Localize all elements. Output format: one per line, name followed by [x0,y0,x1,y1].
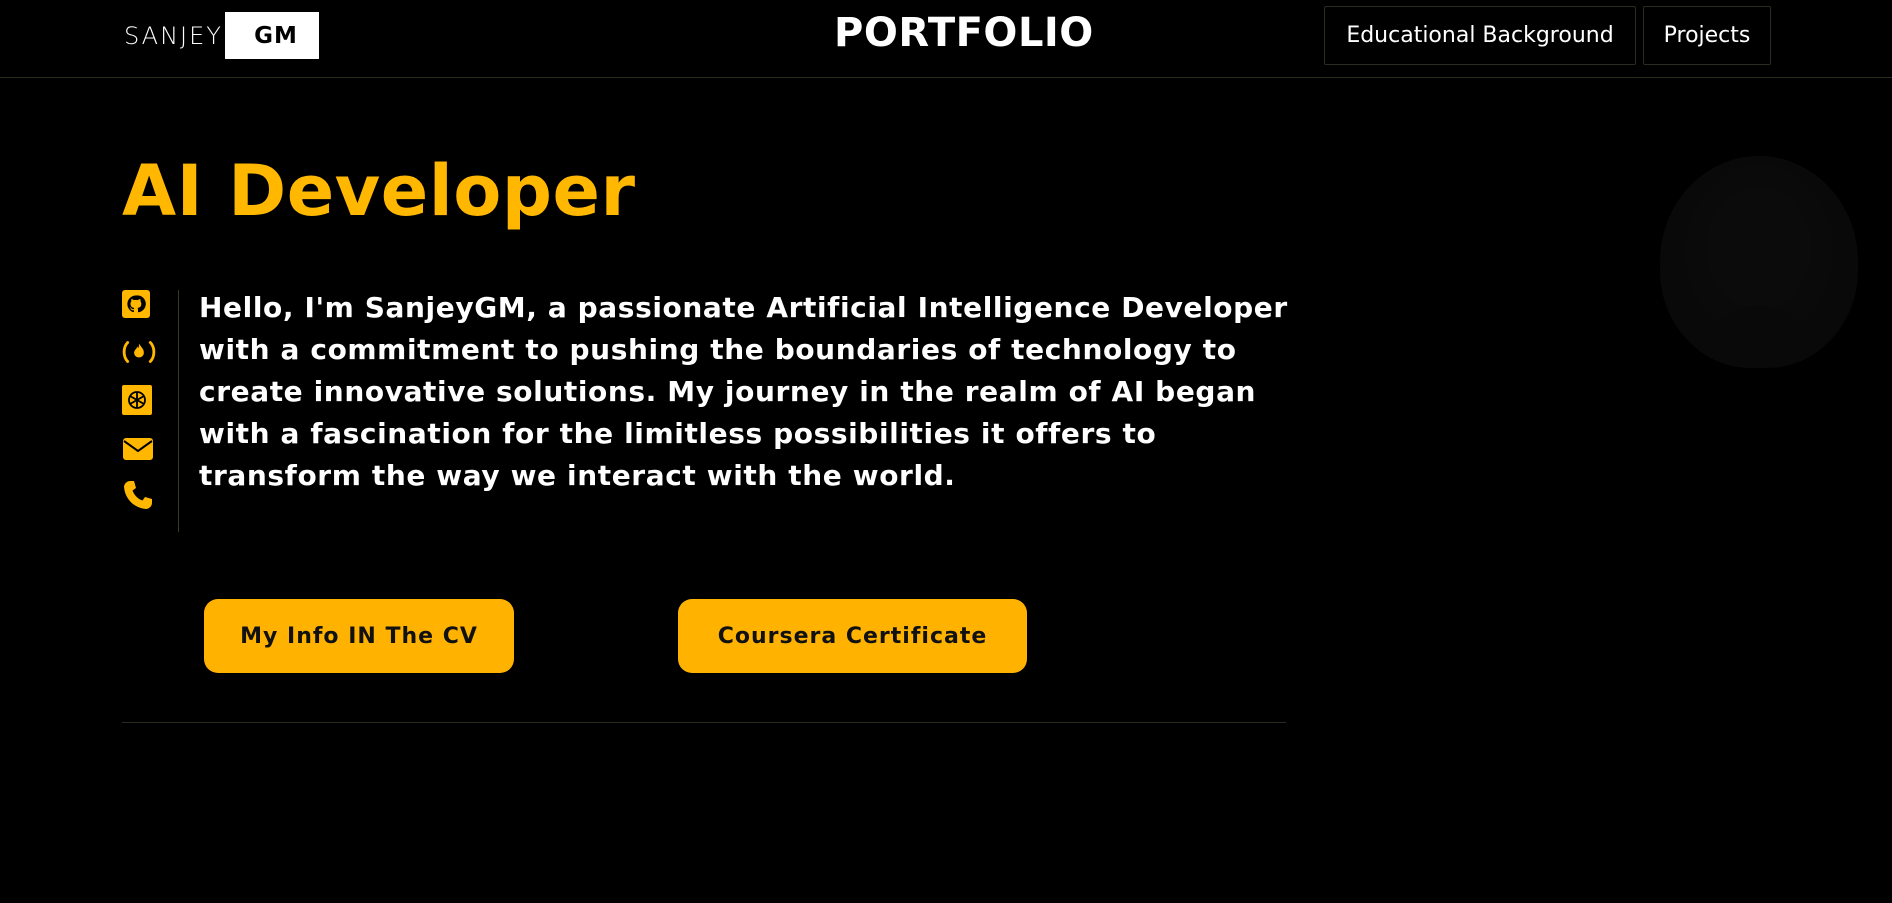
cv-button[interactable]: My Info IN The CV [204,599,514,673]
profile-photo [1660,156,1858,368]
logo-first-name: SANJEY [124,21,223,50]
logo-last-name: GM [224,12,319,59]
vertical-divider [178,290,179,532]
coursera-certificate-button[interactable]: Coursera Certificate [678,599,1027,673]
brand-title: PORTFOLIO [834,10,1094,56]
email-icon[interactable] [122,434,156,464]
phone-icon[interactable] [122,480,156,510]
openai-icon[interactable] [122,385,156,415]
hero-title: AI Developer [122,150,636,232]
nav-educational-background[interactable]: Educational Background [1324,6,1636,65]
horizontal-divider [122,722,1286,723]
page: SANJEY GM PORTFOLIO Educational Backgrou… [0,0,1892,903]
github-icon[interactable] [122,289,156,319]
bio-text: Hello, I'm SanjeyGM, a passionate Artifi… [199,291,1288,492]
logo[interactable]: SANJEY GM [124,12,319,59]
header: SANJEY GM PORTFOLIO Educational Backgrou… [0,0,1892,78]
nav-projects[interactable]: Projects [1643,6,1771,65]
freecodecamp-icon[interactable] [122,337,156,367]
